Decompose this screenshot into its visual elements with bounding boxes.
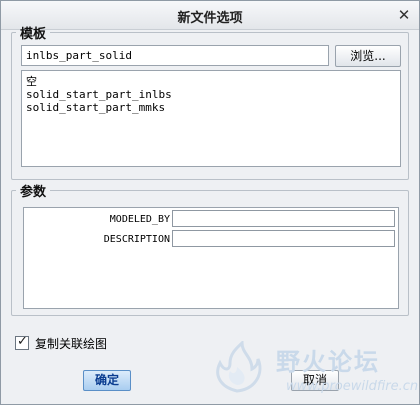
param-value-description[interactable] [172, 230, 395, 247]
template-list[interactable]: 空 solid_start_part_inlbs solid_start_par… [21, 70, 401, 167]
cancel-button[interactable]: 取消 [291, 370, 339, 391]
checkmark-icon: ✓ [17, 334, 28, 349]
param-row-description: DESCRIPTION [24, 230, 398, 250]
copy-associated-drawings-label: 复制关联绘图 [35, 337, 108, 351]
new-file-options-dialog: 新文件选项 ✕ 模板 inlbs_part_solid 浏览... 空 soli… [0, 0, 420, 405]
param-label-modeled-by: MODELED_BY [109, 214, 170, 225]
ok-button[interactable]: 确定 [83, 370, 131, 391]
param-label-description: DESCRIPTION [103, 234, 170, 245]
template-legend: 模板 [20, 27, 47, 42]
template-name-input[interactable]: inlbs_part_solid [21, 45, 329, 66]
copy-associated-drawings-checkbox[interactable]: ✓ [15, 334, 29, 350]
param-row-modeled-by: MODELED_BY [24, 210, 398, 230]
template-item-solid-start-part-inlbs[interactable]: solid_start_part_inlbs [22, 88, 400, 101]
parameters-legend: 参数 [20, 185, 47, 200]
close-icon[interactable]: ✕ [395, 6, 413, 24]
template-item-solid-start-part-mmks[interactable]: solid_start_part_mmks [22, 101, 400, 114]
parameters-table: MODELED_BY DESCRIPTION [23, 207, 399, 309]
template-item-empty[interactable]: 空 [22, 75, 400, 88]
flame-logo-icon [216, 341, 262, 393]
browse-button[interactable]: 浏览... [335, 45, 401, 67]
param-value-modeled-by[interactable] [172, 210, 395, 227]
